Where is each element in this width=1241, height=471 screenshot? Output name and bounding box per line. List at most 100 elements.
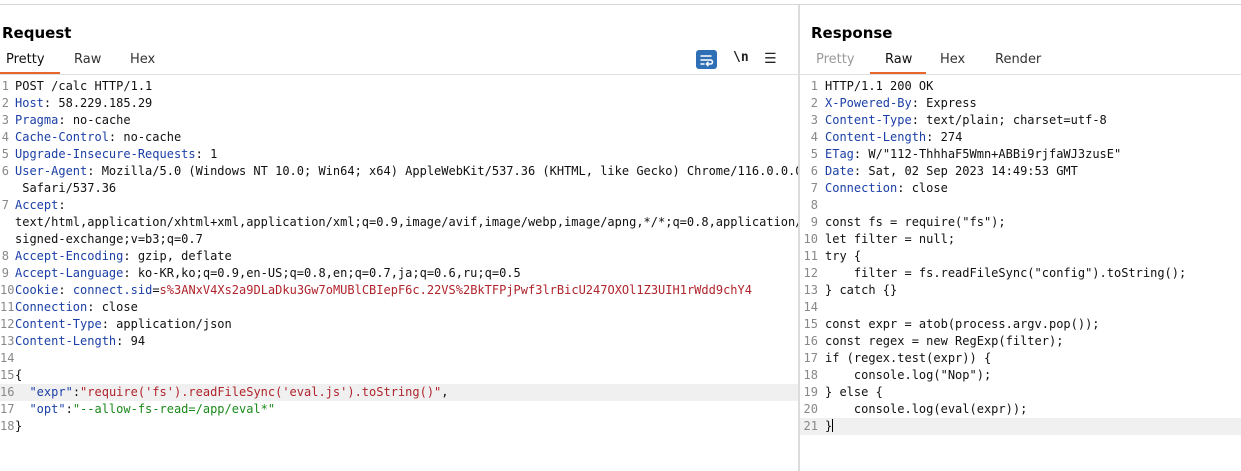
line-content: signed-exchange;v=b3;q=0.7 xyxy=(15,231,203,248)
header-value: ko-KR,ko;q=0.9,en-US;q=0.8,en;q=0.7,ja;q… xyxy=(130,266,521,280)
code-line: 17 if (regex.test(expr)) { xyxy=(800,350,1241,367)
wrap-lines-button[interactable] xyxy=(696,50,717,69)
line-content: Content-Type: application/json xyxy=(15,317,232,331)
line-content: Content-Type: text/plain; charset=utf-8 xyxy=(825,113,1107,127)
code-line: 10 let filter = null; xyxy=(800,231,1241,248)
code-line: 5 ETag: W/"112-ThhhaF5Wmn+ABBi9rjfaWJ3zus… xyxy=(800,146,1241,163)
code-text: POST /calc HTTP/1.1 xyxy=(15,79,153,93)
line-number: 21 xyxy=(803,419,818,433)
header-value: 274 xyxy=(933,130,963,144)
header-name: Accept xyxy=(15,198,59,212)
code-line: 18 console.log("Nop"); xyxy=(800,367,1241,384)
code-text: console.log("Nop"); xyxy=(825,368,992,382)
header-name: Accept-Encoding xyxy=(15,249,124,263)
line-content: const expr = atob(process.argv.pop()); xyxy=(825,316,1100,333)
wrap-lines-icon xyxy=(700,55,714,67)
code-text: const expr = atob(process.argv.pop()); xyxy=(825,317,1100,331)
cookie-name: connect.sid xyxy=(72,283,153,297)
json-value: "require('fs').readFileSync('eval.js').t… xyxy=(80,385,442,399)
line-number: 15 xyxy=(803,317,818,331)
cookie-value: s%3ANxV4Xs2a9DLaDku3Gw7oMUBlCBIepF6c.22V… xyxy=(159,283,752,297)
header-name: ETag xyxy=(825,147,854,161)
tab-request-hex[interactable]: Hex xyxy=(130,52,155,67)
line-number: 3 xyxy=(810,113,818,127)
line-number: 20 xyxy=(803,402,818,416)
tab-request-raw[interactable]: Raw xyxy=(74,52,101,67)
line-content: X-Powered-By: Express xyxy=(825,96,977,110)
line-content: Content-Length: 274 xyxy=(825,130,963,144)
line-content: text/html,application/xhtml+xml,applicat… xyxy=(15,214,798,231)
request-pane: Request Pretty Raw Hex \n ☰ 1 POST /calc … xyxy=(0,5,798,471)
line-number: 6 xyxy=(810,164,818,178)
code-line: 12 filter = fs.readFileSync("config").to… xyxy=(800,265,1241,282)
header-value: application/json xyxy=(108,317,232,331)
code-line: 16 "expr":"require('fs').readFileSync('e… xyxy=(0,384,798,401)
line-content: let filter = null; xyxy=(825,231,955,248)
header-name: Cache-Control xyxy=(15,130,109,144)
code-line: 4 Content-Length: 274 xyxy=(800,129,1241,146)
line-number: 15 xyxy=(0,368,15,382)
code-line: 5 Upgrade-Insecure-Requests: 1 xyxy=(0,146,798,163)
code-text: Safari/537.36 xyxy=(15,181,117,195)
line-number: 16 xyxy=(0,385,15,399)
code-line: 8 xyxy=(800,197,1241,214)
code-line: 16 const regex = new RegExp(filter); xyxy=(800,333,1241,350)
response-editor[interactable]: 1 HTTP/1.1 200 OK 2 X-Powered-By: Express 3 C… xyxy=(800,78,1241,435)
header-value xyxy=(66,283,73,297)
tab-response-raw[interactable]: Raw xyxy=(885,52,912,67)
line-number: 18 xyxy=(803,368,818,382)
code-line: 8 Accept-Encoding: gzip, deflate xyxy=(0,248,798,265)
header-value: close xyxy=(94,300,138,314)
header-name: User-Agent xyxy=(15,164,88,178)
menu-icon[interactable]: ☰ xyxy=(764,51,777,67)
code-text: filter = fs.readFileSync("config").toStr… xyxy=(825,266,1187,280)
code-text: try { xyxy=(825,249,862,263)
code-text: const fs = require("fs"); xyxy=(825,215,1006,229)
line-content: "expr":"require('fs').readFileSync('eval… xyxy=(29,385,449,399)
code-line: signed-exchange;v=b3;q=0.7 xyxy=(0,231,798,248)
line-number: 2 xyxy=(1,96,9,110)
tab-response-hex[interactable]: Hex xyxy=(940,52,965,67)
code-line: 17 "opt":"--allow-fs-read=/app/eval*" xyxy=(0,401,798,418)
line-content: Connection: close xyxy=(15,300,138,314)
line-content: Connection: close xyxy=(825,181,948,195)
tab-response-render[interactable]: Render xyxy=(995,52,1041,67)
code-text: { xyxy=(15,368,23,382)
line-number: 6 xyxy=(1,164,9,178)
code-line: 4 Cache-Control: no-cache xyxy=(0,129,798,146)
header-value: W/"112-ThhhaF5Wmn+ABBi9rjfaWJ3zusE" xyxy=(861,147,1122,161)
code-text: text/html,application/xhtml+xml,applicat… xyxy=(15,215,798,229)
line-number: 12 xyxy=(0,317,15,331)
header-name: Content-Type xyxy=(825,113,912,127)
code-line: 19} else { xyxy=(800,384,1241,401)
line-content: Date: Sat, 02 Sep 2023 14:49:53 GMT xyxy=(825,164,1078,178)
tab-request-pretty[interactable]: Pretty xyxy=(6,52,45,67)
code-line: 15{ xyxy=(0,367,798,384)
line-number: 1 xyxy=(810,79,818,93)
code-text: } else { xyxy=(825,385,883,399)
line-number: 5 xyxy=(1,147,9,161)
code-line: 1 HTTP/1.1 200 OK xyxy=(800,78,1241,95)
line-number: 18 xyxy=(0,419,15,433)
line-content: { xyxy=(15,367,22,384)
request-editor-tools: \n ☰ xyxy=(696,50,784,70)
line-number: 14 xyxy=(803,300,818,314)
line-content: const fs = require("fs"); xyxy=(825,214,1006,231)
code-line: 20 console.log(eval(expr)); xyxy=(800,401,1241,418)
code-line: 6 User-Agent: Mozilla/5.0 (Windows NT 10.… xyxy=(0,163,798,180)
header-value: 1 xyxy=(202,147,218,161)
request-editor[interactable]: 1 POST /calc HTTP/1.1 2 Host: 58.229.185.29… xyxy=(0,78,798,435)
line-number: 9 xyxy=(810,215,818,229)
show-newlines-button[interactable]: \n xyxy=(733,50,749,65)
line-number: 17 xyxy=(803,351,818,365)
code-line: 11 try { xyxy=(800,248,1241,265)
code-line: 13} catch {} xyxy=(800,282,1241,299)
json-key: "expr" xyxy=(29,385,73,399)
code-text: const regex = new RegExp(filter); xyxy=(825,334,1064,348)
tab-response-pretty[interactable]: Pretty xyxy=(816,52,855,67)
code-line: 11 Connection: close xyxy=(0,299,798,316)
line-content: Accept-Encoding: gzip, deflate xyxy=(15,249,232,263)
header-value: Express xyxy=(918,96,977,110)
code-line: 9 Accept-Language: ko-KR,ko;q=0.9,en-US;q… xyxy=(0,265,798,282)
response-tab-separator xyxy=(800,74,1241,75)
